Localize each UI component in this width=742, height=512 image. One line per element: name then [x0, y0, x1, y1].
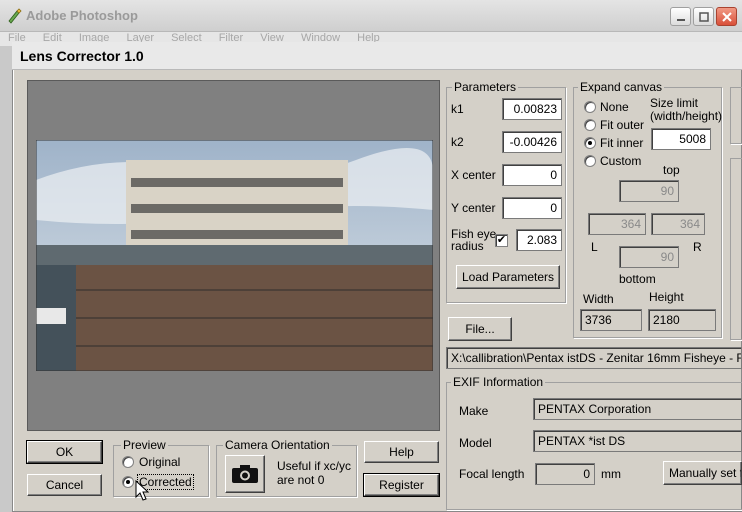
x-center-label: X center	[451, 168, 496, 182]
file-button[interactable]: File...	[448, 317, 512, 341]
expand-fit-inner-label: Fit inner	[600, 136, 644, 150]
preview-original-radio[interactable]	[122, 456, 134, 468]
k2-label: k2	[451, 135, 464, 149]
cancel-button[interactable]: Cancel	[27, 474, 102, 496]
k1-input[interactable]: 0.00823	[502, 98, 562, 120]
size-limit-input[interactable]: 5008	[651, 128, 711, 150]
x-center-input[interactable]: 0	[502, 164, 562, 186]
fisheye-radius-input[interactable]: 2.083	[516, 229, 562, 251]
height-output: 2180	[648, 309, 716, 331]
manual-focal-length-button[interactable]: Manually set focal length	[663, 461, 742, 485]
maximize-button[interactable]	[693, 7, 714, 26]
width-label: Width	[583, 292, 614, 306]
close-button[interactable]	[716, 7, 737, 26]
focal-length-field[interactable]: 0	[535, 463, 595, 485]
expand-canvas-group-label: Expand canvas	[578, 80, 665, 94]
preview-original-label: Original	[139, 455, 181, 469]
camera-orientation-group-label: Camera Orientation	[223, 438, 332, 452]
left-label: L	[591, 240, 598, 254]
width-output: 3736	[580, 309, 642, 331]
focal-length-unit: mm	[601, 467, 621, 481]
y-center-input[interactable]: 0	[502, 197, 562, 219]
load-parameters-button[interactable]: Load Parameters	[456, 265, 560, 289]
preview-group-label: Preview	[121, 438, 168, 452]
bottom-label: bottom	[619, 272, 656, 286]
right-input[interactable]: 364	[651, 213, 705, 235]
file-path-field: X:\callibration\Pentax istDS - Zenitar 1…	[446, 347, 742, 369]
preview-corrected-radio[interactable]	[122, 476, 134, 488]
focal-length-label: Focal length	[459, 467, 525, 481]
preview-photo	[36, 140, 433, 371]
photoshop-logo-icon	[8, 8, 22, 24]
height-label: Height	[649, 290, 684, 304]
parameters-group-label: Parameters	[452, 80, 519, 94]
expand-none-label: None	[600, 100, 629, 114]
photoshop-workspace	[0, 46, 12, 512]
expand-custom-label: Custom	[600, 154, 642, 168]
size-limit-label: Size limit (width/height)	[650, 96, 723, 123]
expand-none-radio[interactable]	[584, 101, 596, 113]
fisheye-checkbox[interactable]: ✔	[495, 234, 508, 247]
help-button[interactable]: Help	[364, 441, 439, 463]
ok-button[interactable]: OK	[26, 440, 103, 464]
expand-custom-radio[interactable]	[584, 155, 596, 167]
camera-orientation-button[interactable]	[225, 455, 265, 493]
register-button[interactable]: Register	[363, 473, 440, 497]
right-group-top	[730, 87, 742, 144]
minimize-button[interactable]	[670, 7, 691, 26]
maximize-icon	[698, 11, 709, 22]
right-label: R	[693, 240, 702, 254]
left-input[interactable]: 364	[588, 213, 646, 235]
top-label: top	[663, 163, 680, 177]
mouse-cursor-icon	[135, 480, 149, 501]
close-icon	[721, 11, 732, 22]
k2-input[interactable]: -0.00426	[502, 131, 562, 153]
expand-fit-inner-radio[interactable]	[584, 137, 596, 149]
model-field: PENTAX *ist DS	[533, 430, 742, 452]
top-input[interactable]: 90	[619, 180, 679, 202]
exif-group-label: EXIF Information	[451, 375, 546, 389]
expand-fit-outer-radio[interactable]	[584, 119, 596, 131]
camera-icon	[232, 465, 258, 483]
make-field: PENTAX Corporation	[533, 398, 742, 420]
dialog-title: Lens Corrector 1.0	[20, 48, 144, 64]
make-label: Make	[459, 404, 489, 418]
k1-label: k1	[451, 102, 464, 116]
bottom-input[interactable]: 90	[619, 246, 679, 268]
camera-orientation-note: Useful if xc/yc are not 0	[277, 459, 352, 487]
expand-fit-outer-label: Fit outer	[600, 118, 645, 132]
minimize-icon	[676, 18, 685, 21]
y-center-label: Y center	[451, 201, 496, 215]
right-group-bottom	[730, 158, 742, 340]
app-title: Adobe Photoshop	[26, 8, 138, 23]
model-label: Model	[459, 436, 492, 450]
fisheye-radius-label: Fish eye radius	[451, 227, 497, 253]
